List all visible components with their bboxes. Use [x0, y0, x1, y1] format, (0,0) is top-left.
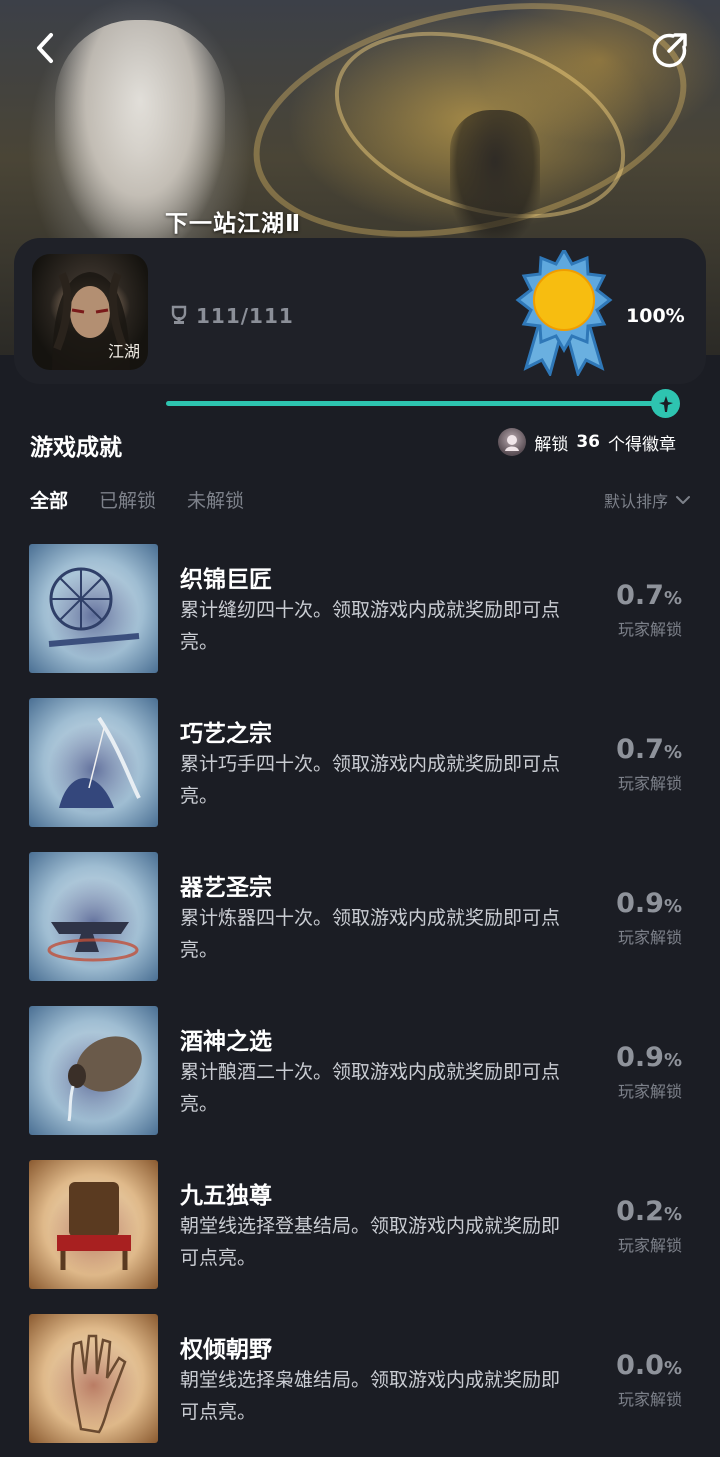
unlock-label: 玩家解锁 [617, 1390, 682, 1409]
achievement-unlock-rate: 0.2% [572, 1196, 682, 1227]
rate-value: 0.0 [616, 1350, 664, 1381]
achievement-title: 织锦巨匠 [180, 567, 272, 593]
achievement-artwork [59, 716, 141, 808]
badge-prefix: 解锁 [534, 434, 569, 455]
sort-dropdown[interactable]: 默认排序 [604, 488, 690, 512]
back-button[interactable] [26, 28, 66, 68]
achievement-item[interactable]: 织锦巨匠累计缝纫四十次。领取游戏内成就奖励即可点亮。 0.7% 玩家解锁 [0, 544, 720, 698]
trophy-progress: 111/111 [170, 304, 294, 328]
hero-fighter-image [450, 110, 540, 240]
achievement-item[interactable]: 九五独尊朝堂线选择登基结局。领取游戏内成就奖励即可点亮。 0.2% 玩家解锁 [0, 1160, 720, 1314]
achievement-item[interactable]: 器艺圣宗累计炼器四十次。领取游戏内成就奖励即可点亮。 0.9% 玩家解锁 [0, 852, 720, 1006]
rate-unit: % [663, 1358, 682, 1379]
tab-unlocked[interactable]: 已解锁 [99, 486, 156, 513]
achievement-description: 累计炼器四十次。领取游戏内成就奖励即可点亮。 [180, 907, 561, 961]
achievement-unlock-rate: 0.7% [572, 580, 682, 611]
pin-icon [658, 395, 673, 412]
progress-track [166, 401, 666, 406]
achievement-list: 织锦巨匠 累计缝纫四十次。领取游戏内成就奖励即可点亮。 0.7% 玩家解锁 巧艺之宗 累计… [0, 544, 720, 1457]
badge-avatar-icon [498, 428, 527, 456]
achievement-thumbnail [29, 698, 158, 827]
achievement-description: 累计酿酒二十次。领取游戏内成就奖励即可点亮。 [180, 1061, 561, 1115]
achievement-item[interactable]: 巧艺之宗累计巧手四十次。领取游戏内成就奖励即可点亮。 0.7% 玩家解锁 [0, 698, 720, 852]
sun-medal-icon[interactable] [514, 250, 614, 376]
rate-value: 0.2 [616, 1196, 664, 1227]
section-title: 游戏成就 [30, 435, 122, 461]
achievement-artwork [57, 1182, 131, 1270]
rate-unit: % [663, 1050, 682, 1071]
cover-logo-text: 江湖 [107, 342, 140, 361]
unlock-label: 玩家解锁 [617, 620, 682, 639]
trophy-icon [171, 305, 187, 324]
tab-locked[interactable]: 未解锁 [187, 486, 244, 513]
achievement-title: 权倾朝野 [180, 1337, 272, 1363]
achievement-description: 累计缝纫四十次。领取游戏内成就奖励即可点亮。 [180, 599, 561, 653]
achievement-artwork [67, 1036, 142, 1122]
progress-knob [651, 389, 680, 418]
unlock-label: 玩家解锁 [617, 928, 682, 947]
sort-label: 默认排序 [603, 492, 668, 511]
badge-info[interactable]: 解锁 36 个得徽章 [498, 428, 676, 456]
tab-all[interactable]: 全部 [30, 486, 68, 513]
filter-tabs: 全部 已解锁 未解锁 [30, 486, 244, 513]
achievement-unlock-rate: 0.0% [572, 1350, 682, 1381]
overall-percent: 100% [626, 305, 685, 327]
share-icon [652, 33, 687, 68]
unlock-label: 玩家解锁 [617, 1236, 682, 1255]
rate-value: 0.7 [616, 580, 664, 611]
achievement-artwork [47, 922, 139, 962]
rate-unit: % [663, 1204, 682, 1225]
achievement-unlock-rate: 0.9% [572, 888, 682, 919]
rate-unit: % [663, 588, 682, 609]
share-button[interactable] [650, 30, 690, 70]
achievement-title: 九五独尊 [180, 1183, 272, 1209]
achievement-description: 累计巧手四十次。领取游戏内成就奖励即可点亮。 [180, 753, 561, 807]
rate-value: 0.9 [616, 888, 664, 919]
achievement-title: 巧艺之宗 [180, 721, 272, 747]
achievement-thumbnail [29, 1006, 158, 1135]
badge-count: 36 [576, 432, 600, 452]
achievement-unlock-rate: 0.9% [572, 1042, 682, 1073]
achievement-artwork [48, 567, 140, 647]
achievement-description: 朝堂线选择登基结局。领取游戏内成就奖励即可点亮。 [180, 1215, 561, 1269]
chevron-down-icon [676, 496, 690, 504]
achievement-unlock-rate: 0.7% [572, 734, 682, 765]
achievement-thumbnail [29, 1314, 158, 1443]
rate-value: 0.7 [616, 734, 664, 765]
trophy-count: 111/111 [196, 304, 294, 328]
progress-fill [166, 401, 666, 406]
rate-unit: % [663, 742, 682, 763]
achievement-description: 朝堂线选择枭雄结局。领取游戏内成就奖励即可点亮。 [180, 1369, 561, 1423]
achievement-title: 器艺圣宗 [180, 875, 272, 901]
unlock-label: 玩家解锁 [617, 1082, 682, 1101]
chevron-left-icon [37, 33, 53, 63]
achievement-thumbnail [29, 852, 158, 981]
rate-value: 0.9 [616, 1042, 664, 1073]
unlock-label: 玩家解锁 [617, 774, 682, 793]
rate-unit: % [663, 896, 682, 917]
achievement-item[interactable]: 权倾朝野朝堂线选择枭雄结局。领取游戏内成就奖励即可点亮。 0.0% 玩家解锁 [0, 1314, 720, 1457]
achievement-thumbnail [29, 544, 158, 673]
hero-caption: 下一站江湖Ⅱ [165, 211, 302, 237]
achievement-item[interactable]: 酒神之选累计酿酒二十次。领取游戏内成就奖励即可点亮。 0.9% 玩家解锁 [0, 1006, 720, 1160]
game-cover[interactable]: 江湖 [32, 254, 148, 370]
game-summary-card: 江湖 111/111 100% [14, 238, 706, 384]
achievement-artwork [70, 1334, 127, 1434]
badge-suffix: 个得徽章 [608, 434, 676, 455]
achievement-title: 酒神之选 [180, 1029, 272, 1055]
achievement-thumbnail [29, 1160, 158, 1289]
